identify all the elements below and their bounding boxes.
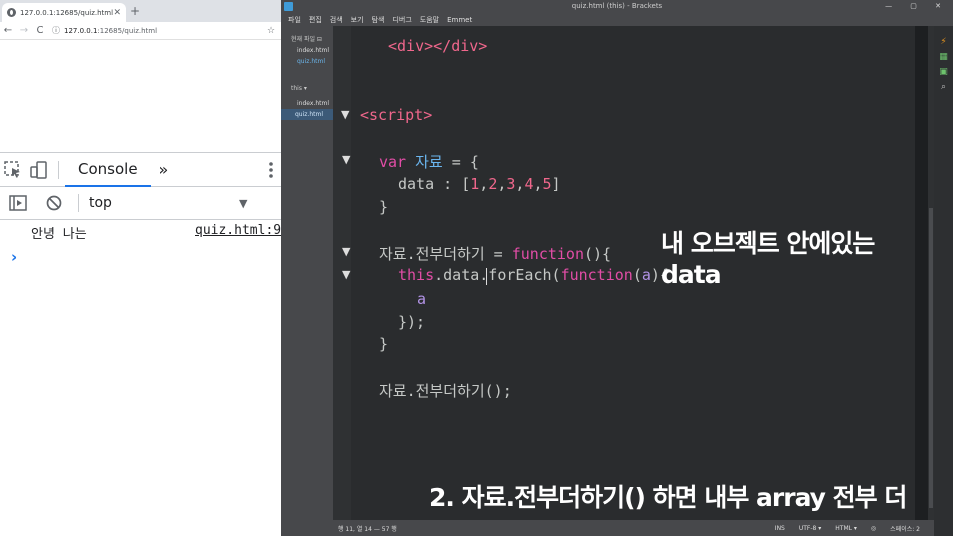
menu-help[interactable]: 도움말	[420, 15, 439, 25]
new-tab-button[interactable]: +	[130, 4, 140, 18]
title-bar: quiz.html (this) - Brackets — ▢ ✕	[281, 0, 953, 13]
console-message: 안녕 나는 quiz.html:9	[0, 220, 281, 242]
close-icon[interactable]: ✕	[113, 8, 121, 18]
working-file-quiz[interactable]: quiz.html	[281, 54, 333, 65]
fold-arrow-icon[interactable]: ▼	[341, 108, 349, 121]
code-line: a	[417, 290, 427, 308]
console-toolbar: top ▼	[0, 187, 281, 220]
split-icon[interactable]: ⊟	[317, 36, 322, 43]
working-file-index[interactable]: index.html	[281, 43, 333, 54]
scrollbar-thumb[interactable]	[929, 208, 933, 508]
device-toolbar-icon[interactable]	[26, 153, 52, 187]
menu-file[interactable]: 파일	[288, 15, 301, 25]
search-icon[interactable]: ⌕	[938, 83, 949, 92]
code-line: this.data.forEach(function(a){	[398, 266, 669, 284]
linter-icon[interactable]: ◎	[871, 525, 876, 532]
project-file-index[interactable]: index.html	[281, 92, 333, 107]
browser-tab[interactable]: 127.0.0.1:12685/quiz.html ✕	[2, 3, 126, 22]
menu-navigate[interactable]: 탐색	[372, 15, 385, 25]
info-icon[interactable]: ⓘ	[52, 25, 60, 36]
live-preview-icon[interactable]: ⚡	[938, 38, 949, 47]
back-icon[interactable]: ←	[0, 25, 16, 36]
encoding-select[interactable]: UTF-8 ▾	[799, 525, 821, 532]
file-sidebar: 현재 파일 ⊟ index.html quiz.html this ▾ inde…	[281, 26, 333, 536]
code-line: });	[398, 313, 426, 331]
menu-edit[interactable]: 편집	[309, 15, 322, 25]
status-right: INS UTF-8 ▾ HTML ▾ ◎ 스페이스: 2	[775, 524, 934, 533]
insert-mode[interactable]: INS	[775, 525, 785, 532]
tab-console[interactable]: Console	[65, 153, 151, 187]
menu-bar: 파일 편집 검색 보기 탐색 디버그 도움말 Emmet	[281, 13, 953, 26]
forward-icon[interactable]: →	[16, 25, 32, 36]
tab-title: 127.0.0.1:12685/quiz.html	[20, 8, 114, 17]
url-host: 127.0.0.1	[64, 26, 98, 35]
working-files-header: 현재 파일 ⊟	[291, 36, 322, 43]
project-file-quiz[interactable]: quiz.html	[281, 109, 333, 120]
cursor-position[interactable]: 행 11, 열 14 — 57 행	[338, 524, 397, 533]
plugin-icon[interactable]: ▣	[938, 68, 949, 77]
divider	[58, 160, 59, 179]
code-line: data : [1,2,3,4,5]	[398, 175, 561, 193]
address-bar[interactable]: ⓘ 127.0.0.1 :12685/quiz.html	[52, 25, 267, 36]
console-log-text: 안녕 나는	[31, 227, 87, 242]
reload-icon[interactable]: C	[32, 25, 48, 36]
code-line: var 자료 = {	[379, 153, 479, 171]
fold-arrow-icon[interactable]: ▼	[342, 245, 350, 258]
code-line: 자료.전부더하기();	[379, 382, 512, 400]
indent-setting[interactable]: 스페이스: 2	[890, 524, 920, 533]
dropdown-arrow-icon[interactable]: ▼	[239, 197, 247, 210]
divider	[78, 194, 79, 212]
window-controls[interactable]: — ▢ ✕	[885, 0, 949, 13]
url-path: :12685/quiz.html	[97, 26, 158, 35]
language-select[interactable]: HTML ▾	[835, 525, 857, 532]
text-cursor	[486, 268, 487, 285]
menu-find[interactable]: 검색	[330, 15, 343, 25]
caption-bottom: 2. 자료.전부더하기() 하면 내부 array 전부 더하기	[429, 483, 907, 520]
brackets-window: quiz.html (this) - Brackets — ▢ ✕ 파일 편집 …	[281, 0, 953, 536]
fold-arrow-icon[interactable]: ▼	[342, 268, 350, 281]
project-header[interactable]: this ▾	[281, 65, 333, 92]
star-icon[interactable]: ☆	[267, 26, 281, 36]
menu-emmet[interactable]: Emmet	[447, 16, 472, 24]
extensions-toolbar: ⚡ ▦ ▣ ⌕	[934, 26, 953, 536]
code-line: }	[379, 198, 389, 216]
globe-icon	[7, 8, 16, 17]
code-line: <div></div>	[388, 37, 488, 55]
more-tabs-icon[interactable]: »	[159, 160, 169, 179]
context-selector[interactable]: top	[89, 195, 239, 211]
brackets-logo-icon	[284, 2, 293, 11]
browser-window: 127.0.0.1:12685/quiz.html ✕ + ← → C ⓘ 12…	[0, 0, 281, 536]
fold-arrow-icon[interactable]: ▼	[342, 153, 350, 166]
extension-manager-icon[interactable]: ▦	[938, 53, 949, 62]
clear-console-icon[interactable]	[36, 187, 72, 220]
devtools-panel: Console » top ▼ 안녕 나는 quiz.html:9 ›	[0, 152, 281, 536]
inspect-element-icon[interactable]	[0, 153, 26, 187]
console-source-link[interactable]: quiz.html:9	[195, 223, 281, 238]
devtools-tabbar: Console »	[0, 153, 281, 187]
menu-debug[interactable]: 디버그	[392, 15, 411, 25]
code-line: 자료.전부더하기 = function(){	[379, 245, 612, 263]
caption-top: 내 오브젝트 안에있는 data	[661, 229, 875, 289]
code-line: }	[379, 335, 389, 353]
browser-toolbar: ← → C ⓘ 127.0.0.1 :12685/quiz.html ☆	[0, 22, 281, 40]
tab-strip: 127.0.0.1:12685/quiz.html ✕ +	[0, 0, 281, 22]
code-editor[interactable]: ▼ ▼ ▼ ▼ <div></div> <script> var 자료 = { …	[333, 26, 915, 520]
console-prompt-icon[interactable]: ›	[11, 248, 17, 266]
sidebar-toggle-icon[interactable]	[0, 187, 36, 220]
menu-view[interactable]: 보기	[351, 15, 364, 25]
kebab-menu-icon[interactable]	[269, 161, 273, 179]
status-bar: 행 11, 열 14 — 57 행 INS UTF-8 ▾ HTML ▾ ◎ 스…	[333, 520, 934, 536]
code-line: <script>	[360, 106, 433, 124]
window-title: quiz.html (this) - Brackets	[571, 2, 663, 10]
